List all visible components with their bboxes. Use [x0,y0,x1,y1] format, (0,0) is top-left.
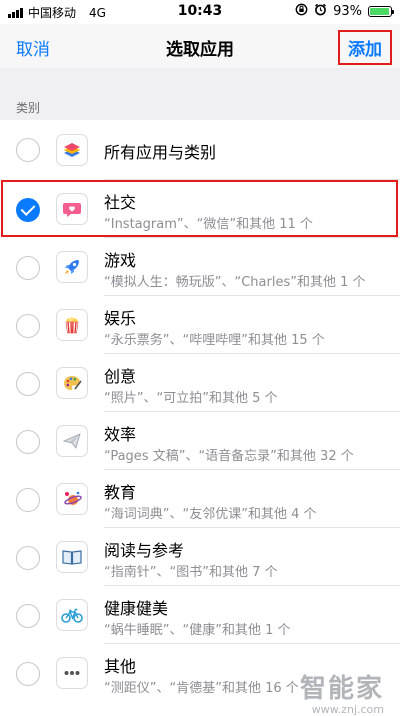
category-list: 所有应用与类别 社交 “Instagram”、“微信”和其他 11 个 游戏 “… [0,120,400,702]
list-item-title: 其他 [104,657,137,676]
list-item-subtitle: “指南针”、“图书”和其他 7 个 [104,565,278,580]
list-item[interactable]: 社交 “Instagram”、“微信”和其他 11 个 [0,180,400,238]
list-item-subtitle: “永乐票务”、“哔哩哔哩”和其他 15 个 [104,333,325,348]
section-band [0,68,400,120]
list-item[interactable]: 娱乐 “永乐票务”、“哔哩哔哩”和其他 15 个 [0,296,400,354]
list-item[interactable]: 效率 “Pages 文稿”、“语音备忘录”和其他 32 个 [0,412,400,470]
layers-icon [56,134,88,166]
book-icon [56,541,88,573]
battery-icon [368,6,394,17]
list-item-subtitle: “Pages 文稿”、“语音备忘录”和其他 32 个 [104,449,354,464]
list-item-subtitle: “照片”、“可立拍”和其他 5 个 [104,391,278,406]
planet-icon [56,483,88,515]
list-item-subtitle: “模拟人生：畅玩版”、“Charles”和其他 1 个 [104,275,366,290]
list-item-title: 健康健美 [104,599,169,618]
ellipsis-icon [56,657,88,689]
list-item-subtitle: “蜗牛睡眠”、“健康”和其他 1 个 [104,623,291,638]
list-item-title: 社交 [104,193,137,212]
list-item[interactable]: 创意 “照片”、“可立拍”和其他 5 个 [0,354,400,412]
paper-plane-icon [56,425,88,457]
list-item[interactable]: 所有应用与类别 [0,120,400,180]
section-header: 类别 [16,101,41,115]
battery-percent: 93% [333,4,362,19]
checkbox-all[interactable] [16,138,40,162]
list-item-title: 创意 [104,367,137,386]
list-item-title: 娱乐 [104,309,137,328]
rocket-icon [56,251,88,283]
chat-bubble-heart-icon [56,193,88,225]
list-item-title: 阅读与参考 [104,541,185,560]
list-item[interactable]: 教育 “海词词典”、“友邻优课”和其他 4 个 [0,470,400,528]
popcorn-icon [56,309,88,341]
list-item-subtitle: “海词词典”、“友邻优课”和其他 4 个 [104,507,317,522]
add-button[interactable]: 添加 [338,30,392,65]
checkbox-social[interactable] [16,198,40,222]
checkbox-entertainment[interactable] [16,314,40,338]
list-item[interactable]: 健康健美 “蜗牛睡眠”、“健康”和其他 1 个 [0,586,400,644]
status-bar: 中国移动 4G 10:43 93% [0,0,400,24]
watermark-url: www.znj.com [311,703,384,716]
alarm-icon [314,3,327,20]
watermark: 智能家 www.znj.com [300,668,384,716]
status-right: 93% [295,3,394,20]
palette-icon [56,367,88,399]
checkbox-reading[interactable] [16,546,40,570]
watermark-text: 智能家 [299,674,384,704]
checkbox-creativity[interactable] [16,372,40,396]
list-item-title: 游戏 [104,251,137,270]
bicycle-icon [56,599,88,631]
list-item-subtitle: “Instagram”、“微信”和其他 11 个 [104,217,313,232]
checkbox-other[interactable] [16,662,40,686]
list-item-subtitle: “测距仪”、“肯德基”和其他 16 个 [104,681,299,696]
rotation-lock-icon [295,3,308,20]
checkbox-education[interactable] [16,488,40,512]
list-item-title: 效率 [104,425,137,444]
list-item[interactable]: 阅读与参考 “指南针”、“图书”和其他 7 个 [0,528,400,586]
list-item-title: 教育 [104,483,137,502]
checkbox-health[interactable] [16,604,40,628]
checkbox-games[interactable] [16,256,40,280]
list-item[interactable]: 游戏 “模拟人生：畅玩版”、“Charles”和其他 1 个 [0,238,400,296]
list-item-title: 所有应用与类别 [104,143,217,162]
nav-bar: 取消 选取应用 添加 [0,24,400,68]
checkbox-productivity[interactable] [16,430,40,454]
